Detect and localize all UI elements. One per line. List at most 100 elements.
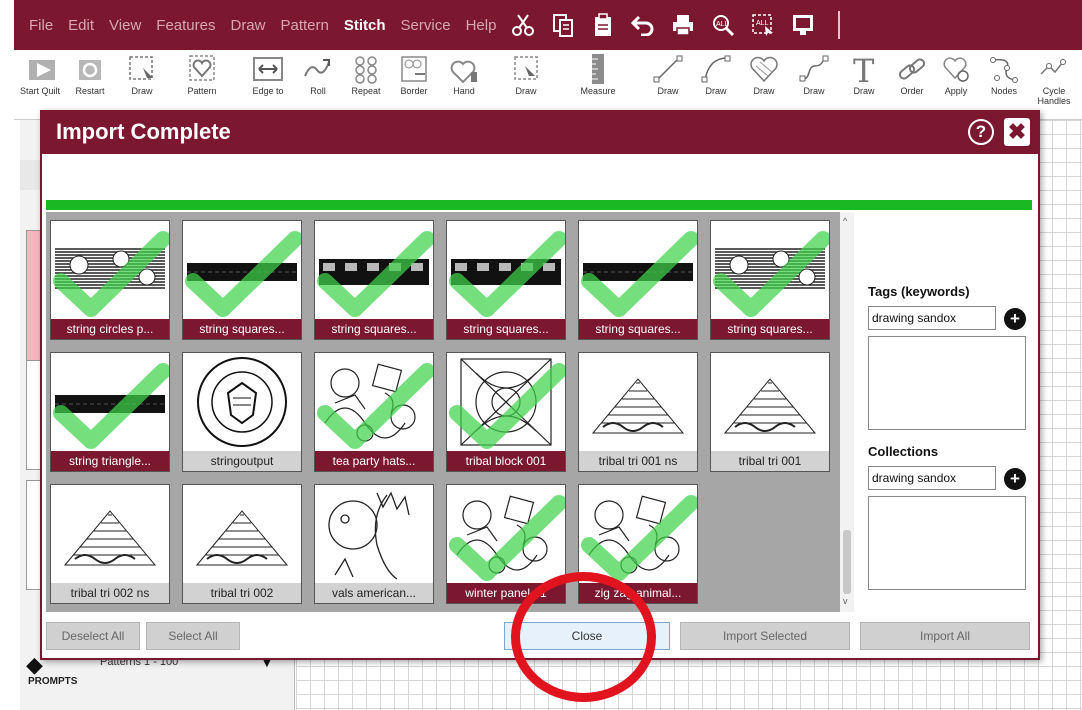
pattern-tile[interactable]: tribal tri 001 ns <box>578 352 698 472</box>
grid-scrollbar[interactable]: ^ v <box>840 212 854 612</box>
tool-measure[interactable]: Measure <box>570 54 626 118</box>
pattern-thumbnail <box>317 231 433 317</box>
ruler-icon <box>592 54 604 84</box>
menu-edit[interactable]: Edit <box>68 17 94 34</box>
tool-draw-select[interactable]: Draw <box>498 54 554 118</box>
cycle-handles-icon <box>1040 59 1066 75</box>
close-icon[interactable]: ✖ <box>1004 118 1030 146</box>
pattern-name: tribal tri 002 <box>183 583 301 603</box>
pattern-tile[interactable]: string circles p... <box>50 220 170 340</box>
pattern-name: tea party hats... <box>315 451 433 471</box>
draw-box-icon <box>129 56 153 80</box>
pattern-thumbnail <box>449 358 565 449</box>
pattern-icon <box>189 55 215 81</box>
tags-input[interactable]: drawing sandox <box>868 306 996 330</box>
svg-text:T: T <box>853 54 875 84</box>
tool-label: Measure <box>580 86 616 96</box>
tool-label: Pattern <box>187 86 217 96</box>
pattern-name: tribal block 001 <box>447 451 565 471</box>
pattern-thumbnail-grid: string circles p... string squares... stri… <box>46 212 840 612</box>
pattern-thumbnail <box>449 495 565 581</box>
tool-label: Start Quilt <box>20 86 61 96</box>
menu-service[interactable]: Service <box>401 17 451 34</box>
paste-icon[interactable] <box>590 12 616 38</box>
pattern-tile[interactable]: tea party hats... <box>314 352 434 472</box>
screen-icon[interactable] <box>790 12 816 38</box>
collections-list[interactable] <box>868 496 1026 590</box>
tool-draw-heart[interactable]: Draw <box>736 54 792 118</box>
hand-icon <box>450 60 477 84</box>
pattern-tile[interactable]: string squares... <box>446 220 566 340</box>
tool-label: Draw <box>131 86 153 96</box>
line-icon <box>653 55 683 83</box>
pattern-name: string squares... <box>315 319 433 339</box>
pattern-tile[interactable]: string squares... <box>710 220 830 340</box>
tool-cycle-handles[interactable]: Cycle Handles <box>1026 54 1082 118</box>
pattern-tile[interactable]: stringoutput <box>182 352 302 472</box>
pattern-name: tribal tri 002 ns <box>51 583 169 603</box>
cut-icon[interactable] <box>510 12 536 38</box>
pattern-thumbnail <box>591 378 685 434</box>
select-all-button[interactable]: Select All <box>146 622 240 650</box>
menu-file[interactable]: File <box>29 17 53 34</box>
menu-divider <box>838 11 841 39</box>
tool-label: Border <box>400 86 428 96</box>
deselect-all-button[interactable]: Deselect All <box>46 622 140 650</box>
pattern-thumbnail <box>449 231 565 317</box>
tool-nodes[interactable]: Nodes <box>976 54 1032 118</box>
pattern-tile[interactable]: string triangle... <box>50 352 170 472</box>
zoom-icon[interactable]: ALL <box>710 12 736 38</box>
copy-icon[interactable] <box>550 12 576 38</box>
freehand-icon <box>799 55 829 82</box>
tool-label: Edge to <box>252 86 284 96</box>
menu-pattern[interactable]: Pattern <box>281 17 329 34</box>
tool-label: Restart <box>75 86 105 96</box>
add-tag-icon[interactable]: + <box>1004 308 1026 330</box>
scroll-down-icon[interactable]: v <box>843 596 848 606</box>
tool-hand[interactable]: Hand <box>436 54 492 118</box>
pattern-tile[interactable]: string squares... <box>578 220 698 340</box>
menu-draw[interactable]: Draw <box>230 17 265 34</box>
pattern-tile[interactable]: tribal tri 001 <box>710 352 830 472</box>
import-all-button[interactable]: Import All <box>860 622 1030 650</box>
pattern-name: tribal tri 001 <box>711 451 829 471</box>
select-all-icon[interactable]: ALL <box>750 12 776 38</box>
heart-icon <box>750 56 778 83</box>
pattern-tile[interactable]: vals american... <box>314 484 434 604</box>
pattern-tile[interactable]: tribal tri 002 <box>182 484 302 604</box>
print-icon[interactable] <box>670 12 696 38</box>
scroll-up-icon[interactable]: ^ <box>843 216 847 226</box>
tool-draw-freehand[interactable]: Draw <box>786 54 842 118</box>
menu-help[interactable]: Help <box>466 17 497 34</box>
pattern-thumbnail <box>317 363 433 449</box>
help-icon[interactable]: ? <box>968 119 994 145</box>
tool-edge-to-edge[interactable]: Edge to <box>240 54 296 118</box>
tags-list[interactable] <box>868 336 1026 430</box>
pattern-tile[interactable]: tribal tri 002 ns <box>50 484 170 604</box>
tags-label: Tags (keywords) <box>868 284 970 299</box>
text-icon: T <box>853 54 875 84</box>
import-selected-button[interactable]: Import Selected <box>680 622 850 650</box>
menu-stitch[interactable]: Stitch <box>344 17 386 34</box>
restart-icon <box>79 60 101 80</box>
tool-pattern[interactable]: Pattern <box>174 54 230 118</box>
pattern-thumbnail <box>581 495 697 581</box>
collections-input[interactable]: drawing sandox <box>868 466 996 490</box>
tool-border[interactable]: Border <box>386 54 442 118</box>
pattern-tile[interactable]: string squares... <box>314 220 434 340</box>
add-collection-icon[interactable]: + <box>1004 468 1026 490</box>
svg-text:ALL: ALL <box>716 21 729 28</box>
menu-view[interactable]: View <box>109 17 141 34</box>
pattern-name: string squares... <box>183 319 301 339</box>
tool-label: Draw <box>515 86 537 96</box>
svg-text:ALL: ALL <box>756 20 769 27</box>
menu-features[interactable]: Features <box>156 17 215 34</box>
pattern-tile[interactable]: string squares... <box>182 220 302 340</box>
undo-icon[interactable] <box>630 12 656 38</box>
apply-icon <box>943 57 969 82</box>
tool-draw-box[interactable]: Draw <box>114 54 170 118</box>
pattern-tile[interactable]: tribal block 001 <box>446 352 566 472</box>
edge-to-edge-icon <box>253 57 283 81</box>
tool-restart[interactable]: Restart <box>62 54 118 118</box>
scroll-thumb[interactable] <box>843 530 851 594</box>
